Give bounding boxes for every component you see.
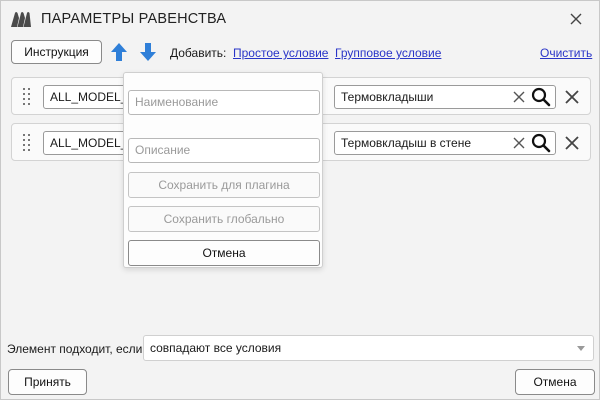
add-label: Добавить:	[170, 46, 227, 60]
remove-condition-icon[interactable]	[563, 88, 581, 106]
title-bar: ПАРАМЕТРЫ РАВЕНСТВА	[1, 1, 599, 37]
match-mode-select[interactable]: совпадают все условия	[143, 335, 594, 361]
remove-condition-icon[interactable]	[563, 134, 581, 152]
search-icon[interactable]	[531, 133, 551, 153]
popup-cancel-button[interactable]: Отмена	[128, 240, 320, 266]
accept-button[interactable]: Принять	[8, 369, 87, 395]
clear-link[interactable]: Очистить	[540, 46, 592, 60]
save-globally-button[interactable]: Сохранить глобально	[128, 206, 320, 232]
drag-handle-icon[interactable]	[23, 134, 31, 151]
name-input[interactable]: Наименование	[128, 90, 320, 115]
cancel-button[interactable]: Отмена	[515, 369, 595, 395]
add-group-condition-link[interactable]: Групповое условие	[335, 46, 441, 60]
add-simple-condition-link[interactable]: Простое условие	[233, 46, 328, 60]
match-mode-label: Элемент подходит, если	[7, 342, 143, 356]
search-icon[interactable]	[531, 87, 551, 107]
window-title: ПАРАМЕТРЫ РАВЕНСТВА	[41, 11, 227, 27]
arrow-down-icon[interactable]	[139, 42, 157, 62]
instruction-button[interactable]: Инструкция	[11, 40, 102, 64]
save-for-plugin-button[interactable]: Сохранить для плагина	[128, 172, 320, 198]
clear-icon[interactable]	[512, 136, 526, 150]
chevron-down-icon	[577, 346, 585, 351]
match-mode-value: совпадают все условия	[150, 341, 282, 355]
save-popup: Наименование Описание Сохранить для плаг…	[123, 72, 323, 268]
clear-icon[interactable]	[512, 90, 526, 104]
drag-handle-icon[interactable]	[23, 88, 31, 105]
close-icon[interactable]	[567, 10, 585, 28]
description-input[interactable]: Описание	[128, 138, 320, 163]
dialog-window: ПАРАМЕТРЫ РАВЕНСТВА Инструкция Добавить:…	[0, 0, 600, 400]
arrow-up-icon[interactable]	[110, 42, 128, 62]
app-logo-icon	[11, 12, 31, 27]
